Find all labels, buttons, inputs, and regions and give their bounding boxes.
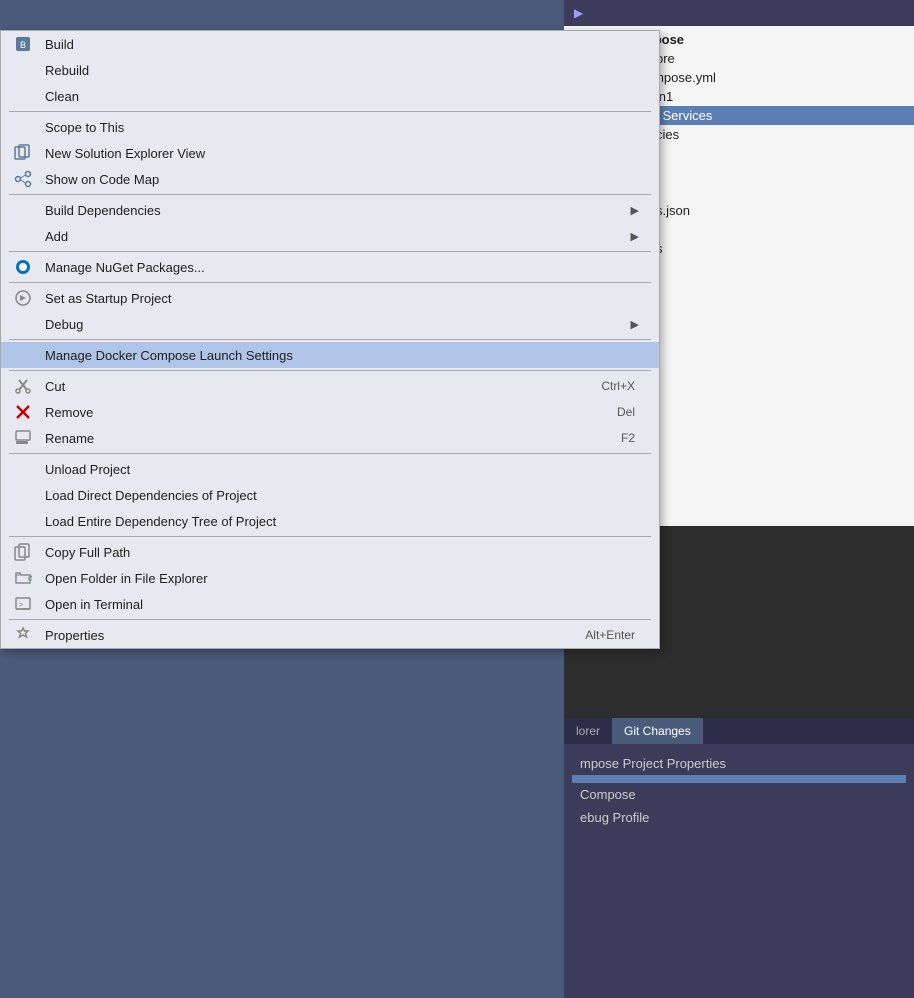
menu-item-build[interactable]: B Build xyxy=(1,31,659,57)
svg-text:>_: >_ xyxy=(19,602,27,609)
debug-arrow: ▶ xyxy=(631,318,643,331)
rename-shortcut: F2 xyxy=(621,431,643,445)
menu-separator xyxy=(9,453,651,454)
menu-item-rename[interactable]: RenameF2 xyxy=(1,425,659,451)
bottom-panel: lorerGit Changes mpose Project Propertie… xyxy=(564,718,914,998)
show-code-map-label: Show on Code Map xyxy=(45,172,643,187)
menu-separator xyxy=(9,536,651,537)
menu-item-scope[interactable]: Scope to This xyxy=(1,114,659,140)
bottom-row: Compose xyxy=(572,783,906,806)
menu-item-copy-path[interactable]: Copy Full Path xyxy=(1,539,659,565)
new-solution-view-label: New Solution Explorer View xyxy=(45,146,643,161)
cut-icon xyxy=(11,374,35,398)
menu-separator xyxy=(9,370,651,371)
nuget-icon xyxy=(11,255,35,279)
bottom-row: mpose Project Properties xyxy=(572,752,906,775)
menu-item-open-terminal[interactable]: >_ Open in Terminal xyxy=(1,591,659,617)
build-icon: B xyxy=(11,32,35,56)
startup-icon xyxy=(11,286,35,310)
menu-item-rebuild[interactable]: Rebuild xyxy=(1,57,659,83)
svg-text:↺: ↺ xyxy=(27,574,32,583)
menu-item-add[interactable]: Add▶ xyxy=(1,223,659,249)
debug-label: Debug xyxy=(45,317,631,332)
build-deps-label: Build Dependencies xyxy=(45,203,631,218)
menu-item-debug[interactable]: Debug▶ xyxy=(1,311,659,337)
copy-path-icon xyxy=(11,540,35,564)
open-folder-icon: ↺ xyxy=(11,566,35,590)
bottom-row xyxy=(572,775,906,783)
build-label: Build xyxy=(45,37,643,52)
menu-separator xyxy=(9,111,651,112)
menu-item-open-folder[interactable]: ↺ Open Folder in File Explorer xyxy=(1,565,659,591)
solution-header: ▶ xyxy=(564,0,914,26)
menu-separator xyxy=(9,619,651,620)
startup-label: Set as Startup Project xyxy=(45,291,643,306)
cut-shortcut: Ctrl+X xyxy=(601,379,643,393)
bottom-tab[interactable]: lorer xyxy=(564,718,612,744)
menu-separator xyxy=(9,251,651,252)
open-terminal-label: Open in Terminal xyxy=(45,597,643,612)
menu-item-remove[interactable]: RemoveDel xyxy=(1,399,659,425)
scope-label: Scope to This xyxy=(45,120,643,135)
unload-label: Unload Project xyxy=(45,462,643,477)
remove-icon xyxy=(11,400,35,424)
clean-label: Clean xyxy=(45,89,643,104)
menu-separator xyxy=(9,194,651,195)
bottom-content: mpose Project Properties Composeebug Prof… xyxy=(564,744,914,837)
open-folder-label: Open Folder in File Explorer xyxy=(45,571,643,586)
rebuild-label: Rebuild xyxy=(45,63,643,78)
menu-item-properties[interactable]: PropertiesAlt+Enter xyxy=(1,622,659,648)
cut-label: Cut xyxy=(45,379,601,394)
bottom-tabs: lorerGit Changes xyxy=(564,718,914,744)
menu-item-new-solution-view[interactable]: New Solution Explorer View xyxy=(1,140,659,166)
menu-item-load-entire[interactable]: Load Entire Dependency Tree of Project xyxy=(1,508,659,534)
menu-item-load-direct[interactable]: Load Direct Dependencies of Project xyxy=(1,482,659,508)
menu-item-cut[interactable]: CutCtrl+X xyxy=(1,373,659,399)
bottom-row: ebug Profile xyxy=(572,806,906,829)
menu-separator xyxy=(9,282,651,283)
copy-path-label: Copy Full Path xyxy=(45,545,643,560)
manage-docker-label: Manage Docker Compose Launch Settings xyxy=(45,348,643,363)
remove-label: Remove xyxy=(45,405,617,420)
properties-label: Properties xyxy=(45,628,585,643)
show-code-map-icon xyxy=(11,167,35,191)
menu-item-unload[interactable]: Unload Project xyxy=(1,456,659,482)
add-label: Add xyxy=(45,229,631,244)
solution-icon: ▶ xyxy=(574,6,583,20)
properties-icon xyxy=(11,623,35,647)
rename-icon xyxy=(11,426,35,450)
add-arrow: ▶ xyxy=(631,230,643,243)
new-solution-view-icon xyxy=(11,141,35,165)
context-menu: B Build Rebuild Clean Scope to This New Solut… xyxy=(0,30,660,649)
nuget-label: Manage NuGet Packages... xyxy=(45,260,643,275)
rename-label: Rename xyxy=(45,431,621,446)
remove-shortcut: Del xyxy=(617,405,643,419)
load-entire-label: Load Entire Dependency Tree of Project xyxy=(45,514,643,529)
svg-text:B: B xyxy=(20,40,26,50)
menu-item-show-code-map[interactable]: Show on Code Map xyxy=(1,166,659,192)
load-direct-label: Load Direct Dependencies of Project xyxy=(45,488,643,503)
menu-item-startup[interactable]: Set as Startup Project xyxy=(1,285,659,311)
properties-shortcut: Alt+Enter xyxy=(585,628,643,642)
open-terminal-icon: >_ xyxy=(11,592,35,616)
menu-item-manage-docker[interactable]: Manage Docker Compose Launch Settings xyxy=(1,342,659,368)
menu-item-nuget[interactable]: Manage NuGet Packages... xyxy=(1,254,659,280)
build-deps-arrow: ▶ xyxy=(631,204,643,217)
bottom-tab[interactable]: Git Changes xyxy=(612,718,703,744)
menu-separator xyxy=(9,339,651,340)
menu-item-build-deps[interactable]: Build Dependencies▶ xyxy=(1,197,659,223)
menu-item-clean[interactable]: Clean xyxy=(1,83,659,109)
